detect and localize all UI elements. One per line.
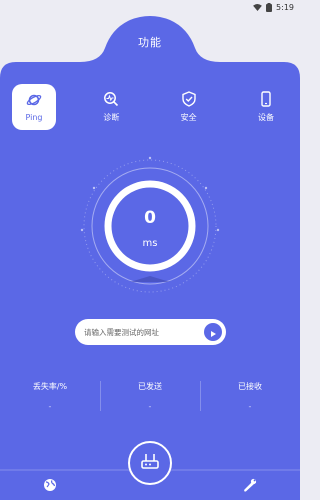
tab-ping[interactable]: Ping <box>12 84 56 130</box>
tab-label: 安全 <box>180 113 197 122</box>
nav-tools-button[interactable] <box>240 476 260 496</box>
tab-security[interactable]: 安全 <box>167 84 211 130</box>
tab-diagnose[interactable]: 诊断 <box>89 84 133 130</box>
battery-icon <box>266 2 273 12</box>
start-button[interactable] <box>204 323 222 341</box>
status-bar: 5:19 <box>0 0 300 14</box>
wifi-icon <box>253 3 262 11</box>
url-input[interactable] <box>84 327 196 337</box>
globe-icon <box>43 477 57 496</box>
shield-icon <box>181 91 197 107</box>
tab-bar: Ping 诊断 安全 设备 <box>12 84 288 130</box>
divider <box>100 381 101 411</box>
stat-sent: 已发送 - <box>100 381 200 411</box>
stat-value: - <box>148 402 152 411</box>
diagnose-icon <box>103 91 119 107</box>
tab-label: 诊断 <box>103 113 120 122</box>
tab-label: Ping <box>25 113 43 122</box>
divider <box>200 381 201 411</box>
nav-router-button[interactable] <box>128 441 172 485</box>
gauge-value: 0 <box>144 208 156 228</box>
page-title: 功能 <box>138 36 162 49</box>
wrench-icon <box>243 477 257 496</box>
planet-icon <box>26 92 42 108</box>
stat-loss: 丢失率/% - <box>0 381 100 411</box>
gauge-unit: ms <box>142 238 158 249</box>
stat-received: 已接收 - <box>200 381 300 411</box>
stat-value: - <box>248 402 252 411</box>
url-input-bar <box>75 319 226 345</box>
stat-label: 已发送 <box>138 382 162 391</box>
stat-value: - <box>48 402 52 411</box>
nav-globe-button[interactable] <box>40 476 60 496</box>
tab-label: 设备 <box>257 113 274 122</box>
phone-icon <box>258 91 274 107</box>
tab-device[interactable]: 设备 <box>244 84 288 130</box>
router-icon <box>140 452 160 474</box>
stats-row: 丢失率/% - 已发送 - 已接收 - <box>0 381 300 411</box>
play-icon <box>209 323 217 342</box>
status-time: 5:19 <box>276 2 294 12</box>
stat-label: 已接收 <box>238 382 262 391</box>
stat-label: 丢失率/% <box>32 382 68 391</box>
